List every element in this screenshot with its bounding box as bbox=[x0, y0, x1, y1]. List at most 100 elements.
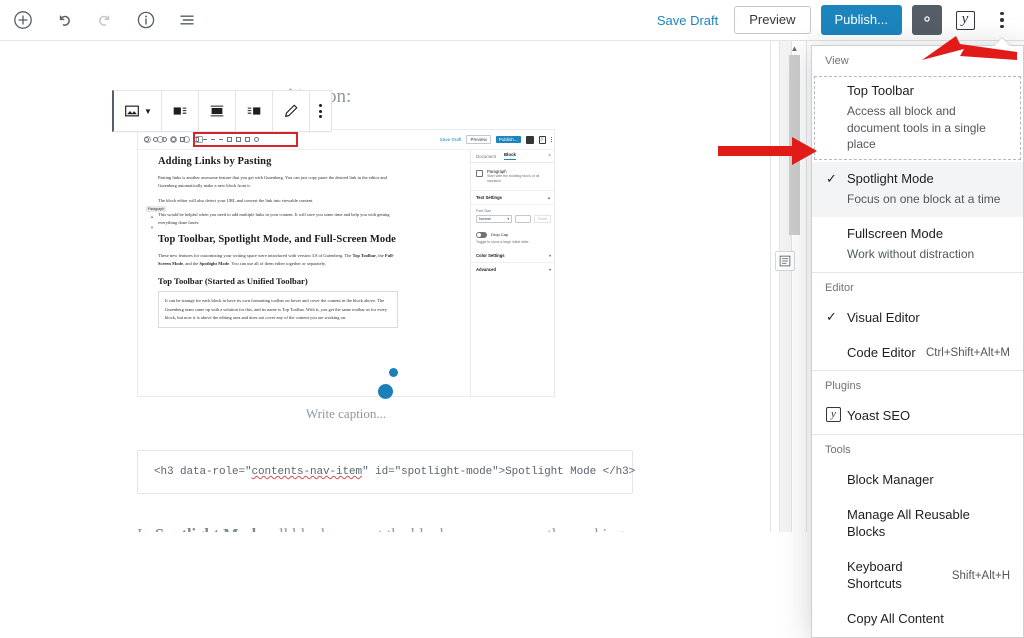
embedded-tab-document: Document bbox=[476, 153, 497, 159]
menu-item-fullscreen-mode-desc: Work without distraction bbox=[847, 246, 975, 261]
mini-fmt-nav-icon bbox=[180, 137, 185, 142]
menu-item-spotlight-mode[interactable]: ✓ Spotlight Mode Focus on one block at a… bbox=[812, 162, 1023, 217]
mini-fmt-info-icon bbox=[171, 137, 176, 142]
checkmark-icon: ✓ bbox=[826, 171, 837, 187]
menu-item-top-toolbar-title: Top Toolbar bbox=[847, 83, 914, 98]
embedded-font-size-field: Font Size Normal ▾ Reset bbox=[471, 205, 554, 227]
mini-kebab-icon bbox=[550, 136, 552, 143]
embedded-section-text-settings: Text Settings ▲ bbox=[471, 191, 554, 205]
edit-pencil-icon[interactable] bbox=[273, 91, 310, 131]
embedded-drop-cap-toggle bbox=[476, 231, 487, 238]
mini-gear-icon bbox=[525, 135, 534, 144]
mini-preview-button: Preview bbox=[466, 135, 491, 144]
embedded-selection-dot bbox=[389, 368, 398, 377]
embedded-sidebar-close-icon: × bbox=[548, 153, 551, 159]
embedded-drop-cap-label: Drop Cap bbox=[491, 232, 509, 238]
menu-item-keyboard-shortcuts-title: Keyboard Shortcuts bbox=[847, 559, 903, 591]
embedded-section-color-settings: Color Settings ▾ bbox=[471, 249, 554, 263]
align-center-icon[interactable] bbox=[199, 91, 236, 131]
menu-item-block-manager[interactable]: Block Manager bbox=[812, 463, 1023, 498]
embedded-drop-cap-row: Drop Cap bbox=[471, 227, 554, 240]
code-misspelled-word: contents-nav-item bbox=[251, 466, 363, 478]
menu-item-manage-reusable-blocks[interactable]: Manage All Reusable Blocks bbox=[812, 498, 1023, 550]
align-right-icon[interactable] bbox=[236, 91, 273, 131]
embedded-paragraph-2: The block editor will also detect your U… bbox=[158, 197, 314, 203]
align-left-icon[interactable] bbox=[162, 91, 199, 131]
mini-save-draft: Save Draft bbox=[439, 137, 462, 142]
menu-group-label-plugins: Plugins bbox=[825, 380, 862, 393]
chevron-down-icon: ▾ bbox=[548, 252, 551, 258]
embedded-paragraph-3: This would be helpful when you need to a… bbox=[158, 211, 390, 226]
move-up-icon: ▴ bbox=[150, 215, 154, 220]
code-prefix: <h3 data-role=" bbox=[154, 466, 252, 478]
menu-item-code-editor[interactable]: Code Editor Ctrl+Shift+Alt+M bbox=[812, 336, 1023, 371]
menu-item-visual-editor[interactable]: ✓ Visual Editor bbox=[812, 301, 1023, 336]
editor-bar-left-tools bbox=[0, 8, 199, 32]
list-view-icon bbox=[779, 255, 791, 267]
menu-item-fullscreen-mode[interactable]: Fullscreen Mode Work without distraction bbox=[812, 217, 1023, 272]
editor-top-bar: Save Draft Preview Publish... y bbox=[0, 0, 1024, 41]
red-highlight-box-toolbar bbox=[193, 132, 298, 147]
embedded-sidebar-tabs: Document Block × bbox=[471, 150, 554, 163]
paragraph-bold-term: Spotlight Mode bbox=[155, 525, 264, 532]
embedded-quote-text: It can be strange for each block to have… bbox=[165, 298, 388, 320]
add-block-icon[interactable] bbox=[11, 8, 35, 32]
publish-button[interactable]: Publish... bbox=[820, 4, 902, 36]
code-block-text: <h3 data-role="contents-nav-item" id="sp… bbox=[154, 466, 635, 478]
menu-item-spotlight-mode-title: Spotlight Mode bbox=[847, 171, 934, 187]
code-suffix: " id="spotlight-mode">Spotlight Mode </h… bbox=[362, 466, 636, 478]
embedded-settings-sidebar: Document Block × Paragraph Start with th… bbox=[470, 150, 554, 396]
checkmark-icon: ✓ bbox=[826, 308, 837, 324]
chevron-down-icon: ▼ bbox=[144, 106, 152, 116]
embedded-article-column: Adding Links by Pasting Pasting links is… bbox=[146, 150, 398, 377]
spotlight-mode-paragraph[interactable]: In Spotlight Mode, all blocks except the… bbox=[137, 521, 637, 532]
menu-item-code-editor-title: Code Editor bbox=[847, 344, 916, 360]
embedded-block-type-tag: Paragraph bbox=[146, 206, 166, 212]
embedded-reset-button: Reset bbox=[534, 214, 551, 223]
embedded-screenshot-image[interactable]: Save Draft Preview Publish... y Adding L… bbox=[137, 129, 555, 397]
move-down-icon: ▾ bbox=[150, 226, 154, 231]
yoast-icon: y bbox=[826, 407, 841, 423]
mini-fmt-redo-icon bbox=[162, 137, 167, 142]
embedded-paragraph-4: These new features for customizing your … bbox=[158, 252, 395, 266]
menu-item-manage-reusable-blocks-title: Manage All Reusable Blocks bbox=[847, 507, 970, 540]
scroll-up-arrow-icon[interactable]: ▲ bbox=[790, 44, 799, 53]
image-more-options-icon[interactable] bbox=[310, 91, 331, 131]
menu-group-label-tools: Tools bbox=[825, 444, 851, 457]
block-navigation-icon[interactable] bbox=[175, 8, 199, 32]
chevron-up-icon: ▲ bbox=[547, 194, 551, 200]
mini-publish-button: Publish... bbox=[495, 136, 521, 143]
menu-item-fullscreen-mode-title: Fullscreen Mode bbox=[847, 225, 944, 241]
code-block[interactable]: <h3 data-role="contents-nav-item" id="sp… bbox=[137, 450, 635, 494]
embedded-heading-top-toolbar-unified: Top Toolbar (Started as Unified Toolbar) bbox=[158, 276, 308, 287]
canvas-right-rail: ▲ bbox=[770, 41, 806, 532]
embedded-heading-adding-links: Adding Links by Pasting bbox=[158, 156, 272, 167]
more-options-dropdown: View Top Toolbar Access all block and do… bbox=[811, 45, 1024, 638]
mini-fmt-block-icon bbox=[144, 137, 149, 142]
block-navigation-toggle[interactable] bbox=[775, 251, 795, 271]
save-draft-button[interactable]: Save Draft bbox=[651, 9, 724, 32]
image-caption-input[interactable]: Write caption... bbox=[137, 406, 555, 422]
content-info-icon[interactable] bbox=[134, 8, 158, 32]
menu-item-keyboard-shortcuts[interactable]: Keyboard Shortcuts Shift+Alt+H bbox=[812, 550, 1023, 602]
menu-item-top-toolbar[interactable]: Top Toolbar Access all block and documen… bbox=[812, 74, 1023, 162]
redo-icon bbox=[93, 8, 117, 32]
image-block-type-icon[interactable]: ▼ bbox=[114, 91, 162, 131]
embedded-mini-right-tools: Save Draft Preview Publish... y bbox=[439, 135, 554, 144]
embedded-block-info: Paragraph Start with the building block … bbox=[471, 163, 554, 191]
menu-item-copy-all-content[interactable]: Copy All Content bbox=[812, 602, 1023, 637]
embedded-heading-top-toolbar-spotlight: Top Toolbar, Spotlight Mode, and Full-Sc… bbox=[158, 233, 396, 245]
paragraph-block-icon bbox=[476, 170, 483, 177]
embedded-quote-block: It can be strange for each block to have… bbox=[158, 291, 398, 329]
annotation-arrow-to-kebab bbox=[922, 36, 1017, 60]
undo-icon[interactable] bbox=[52, 8, 76, 32]
vertical-scrollbar[interactable]: ▲ bbox=[779, 41, 800, 532]
image-resize-handle[interactable] bbox=[378, 384, 393, 399]
menu-item-keyboard-shortcuts-shortcut: Shift+Alt+H bbox=[951, 569, 1010, 582]
menu-item-yoast-seo[interactable]: y Yoast SEO bbox=[812, 399, 1023, 434]
mini-fmt-undo-icon bbox=[153, 137, 158, 142]
menu-item-visual-editor-title: Visual Editor bbox=[847, 309, 920, 325]
embedded-document-body: Adding Links by Pasting Pasting links is… bbox=[138, 150, 554, 396]
menu-item-code-editor-shortcut: Ctrl+Shift+Alt+M bbox=[925, 346, 1010, 359]
preview-button[interactable]: Preview bbox=[734, 5, 811, 35]
